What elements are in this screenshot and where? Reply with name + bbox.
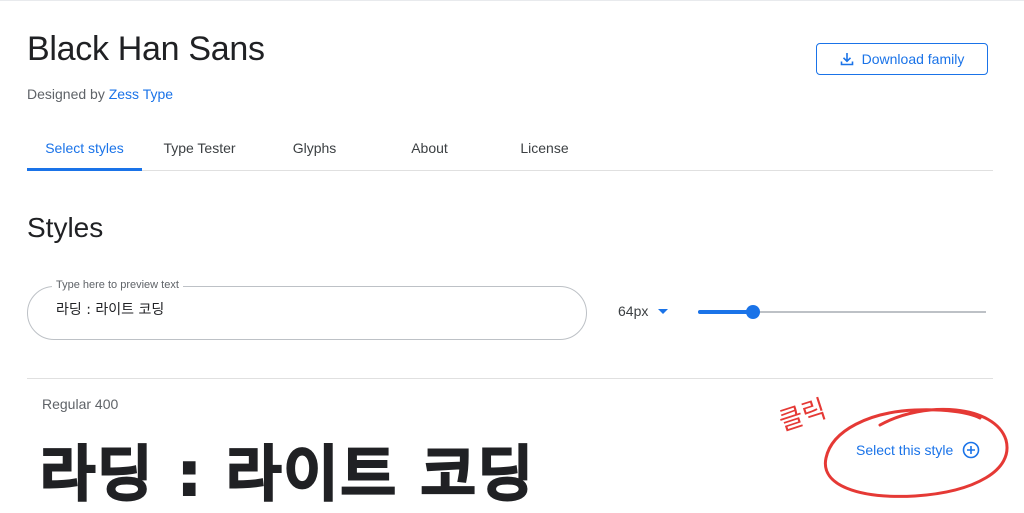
style-preview-text: 라딩 : 라이트 코딩 xyxy=(39,439,536,511)
font-size-dropdown[interactable]: 64px xyxy=(618,303,669,319)
tab-select-styles[interactable]: Select styles xyxy=(27,124,142,171)
slider-thumb[interactable] xyxy=(746,305,760,319)
tab-license[interactable]: License xyxy=(487,124,602,171)
font-size-slider[interactable] xyxy=(698,302,986,322)
annotation-text: 클릭 xyxy=(775,394,830,437)
download-family-label: Download family xyxy=(861,51,965,67)
caret-down-icon xyxy=(658,308,669,314)
styles-heading: Styles xyxy=(27,212,104,243)
select-this-style-button[interactable]: Select this style xyxy=(856,441,980,459)
preview-text-input[interactable] xyxy=(56,301,556,317)
font-size-value: 64px xyxy=(618,303,649,319)
tab-bar: Select styles Type Tester Glyphs About L… xyxy=(27,124,993,171)
tab-glyphs[interactable]: Glyphs xyxy=(257,124,372,171)
top-border xyxy=(0,0,1024,1)
slider-fill xyxy=(698,310,753,314)
section-divider xyxy=(27,378,993,379)
font-title: Black Han Sans xyxy=(27,30,265,68)
download-icon xyxy=(840,52,854,66)
style-name: Regular 400 xyxy=(42,396,119,412)
designer-link[interactable]: Zess Type xyxy=(109,86,173,102)
select-this-style-label: Select this style xyxy=(856,442,954,458)
download-family-button[interactable]: Download family xyxy=(816,43,988,75)
tab-about[interactable]: About xyxy=(372,124,487,171)
designed-by-label: Designed by xyxy=(27,86,105,102)
tab-type-tester[interactable]: Type Tester xyxy=(142,124,257,171)
designer-line: Designed by Zess Type xyxy=(27,86,173,102)
plus-circle-icon xyxy=(962,441,980,459)
preview-text-field: Type here to preview text xyxy=(27,279,587,340)
preview-text-label: Type here to preview text xyxy=(52,279,183,291)
font-page: Black Han Sans Designed by Zess Type Dow… xyxy=(0,0,1024,513)
